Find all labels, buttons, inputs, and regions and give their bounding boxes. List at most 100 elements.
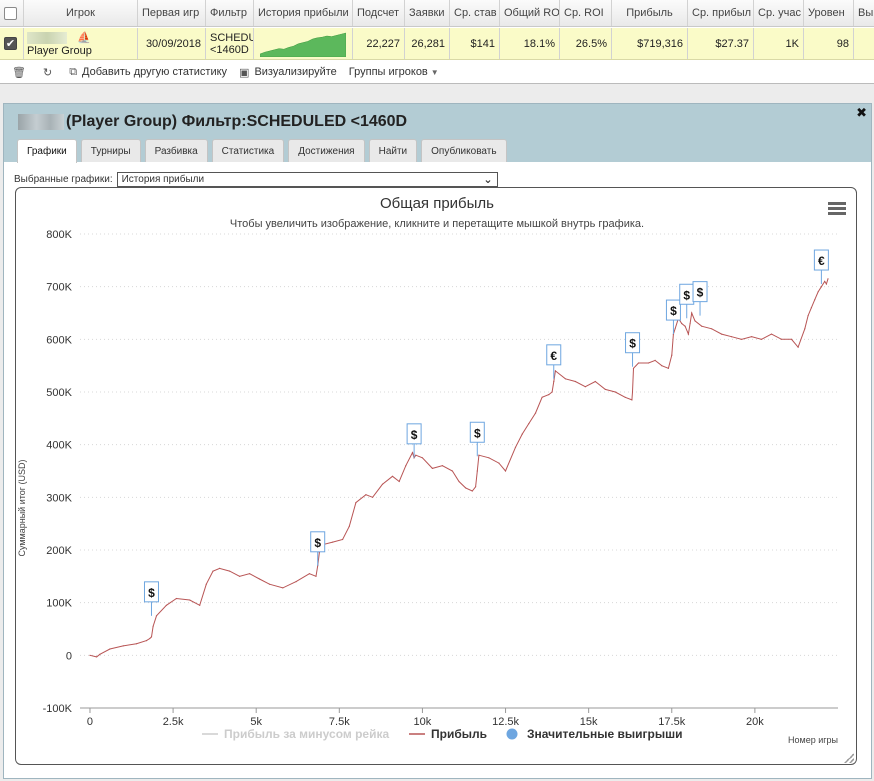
chart-selector[interactable]: История прибыли ⌄ [116, 172, 498, 187]
player-name[interactable]: Player Group [27, 45, 92, 57]
col-header-avg-field[interactable]: Ср. учас [754, 0, 804, 26]
y-tick-label: 600K [46, 334, 72, 346]
profit-point [694, 320, 696, 322]
profit-point [504, 470, 507, 472]
profit-point [631, 391, 634, 393]
chart-big-wins: $ $ $ $ € $ $ $ $ € [143, 249, 829, 616]
big-win-flag[interactable]: $ [692, 281, 708, 316]
profit-point [475, 486, 477, 488]
player-groups-dropdown[interactable]: Группы игроков ▼ [349, 66, 439, 78]
profit-point [411, 452, 414, 454]
chevron-down-icon: ▼ [430, 67, 439, 77]
profit-sparkline [260, 32, 346, 57]
row-select-cell[interactable]: ✔ [0, 28, 24, 59]
profit-point [405, 465, 407, 467]
col-header-total-roi[interactable]: Общий RO [500, 0, 560, 26]
refresh-button[interactable]: ↻ [43, 66, 57, 79]
big-win-flag[interactable]: $ [406, 423, 422, 458]
filter-line-1: SCHEDU [210, 31, 254, 44]
profit-point [332, 541, 334, 543]
visualize-button[interactable]: ▣ Визуализируйте [239, 66, 337, 79]
col-header-profit-history[interactable]: История прибыли [254, 0, 353, 26]
col-header-profit[interactable]: Прибыль [612, 0, 688, 26]
profit-point [205, 583, 207, 585]
big-win-flag[interactable]: $ [665, 299, 681, 335]
col-header-avg-stake[interactable]: Ср. став [450, 0, 500, 26]
chart-menu-button[interactable] [828, 202, 846, 215]
tab-statistics[interactable]: Статистика [211, 139, 285, 162]
hamburger-icon [828, 202, 846, 205]
profit-point [488, 457, 490, 459]
select-all-checkbox[interactable] [4, 6, 17, 20]
table-row[interactable]: ✔ ⛵ Player Group 30/09/2018 SCHEDU <1460… [0, 28, 874, 60]
profit-point [145, 640, 148, 642]
filter-line-2: <1460D [210, 43, 249, 56]
tab-tournaments[interactable]: Турниры [80, 139, 141, 162]
y-tick-label: 100K [46, 598, 72, 610]
profit-point [219, 567, 221, 569]
profit-point [514, 446, 517, 448]
profit-sparkline-cell[interactable] [254, 28, 353, 59]
tab-achievements[interactable]: Достижения [288, 139, 365, 162]
col-header-player[interactable]: Игрок [24, 0, 138, 26]
profit-point [790, 338, 793, 340]
profit-point [415, 454, 417, 456]
profit-point [96, 656, 98, 658]
col-header-count[interactable]: Подсчет [353, 0, 405, 26]
chevron-down-icon: ⌄ [483, 174, 493, 186]
profit-cell: $719,316 [612, 28, 688, 59]
x-tick-label: 20k [746, 716, 764, 728]
col-header-level[interactable]: Уровен [804, 0, 854, 26]
col-header-entries[interactable]: Заявки [405, 0, 450, 26]
big-win-flag[interactable]: € [813, 249, 829, 285]
profit-point [674, 328, 676, 330]
big-win-flag[interactable]: $ [143, 581, 159, 616]
legend-item[interactable]: Значительные выигрыши [506, 727, 683, 741]
tab-breakdown[interactable]: Разбивка [144, 139, 208, 162]
profit-point [594, 380, 596, 383]
profit-point [458, 480, 460, 483]
panel-title-text: (Player Group) Фильтр:SCHEDULED <1460D [66, 113, 408, 130]
profit-point [451, 470, 453, 472]
profit-chart-svg[interactable]: 0 2.5k 5k 7.5k 10k 12.5k 15k 17.5k 20k -100K0100… [16, 188, 857, 765]
row-checkbox[interactable]: ✔ [4, 37, 17, 50]
x-tick-label: 0 [87, 716, 93, 728]
player-avatar [27, 31, 67, 44]
profit-point [372, 496, 374, 498]
close-icon[interactable]: ✖ [856, 105, 867, 121]
big-win-flag[interactable]: $ [310, 531, 326, 566]
profit-point [731, 336, 733, 338]
add-stats-button[interactable]: ⧉ Добавить другую статистику [69, 66, 227, 79]
big-win-flag[interactable]: $ [469, 421, 485, 457]
col-header-extra[interactable]: Вы [854, 0, 874, 26]
level-cell: 98 [804, 28, 854, 59]
profit-chart[interactable]: 0 2.5k 5k 7.5k 10k 12.5k 15k 17.5k 20k -100K 0 100… [15, 187, 857, 765]
big-win-flag[interactable]: $ [625, 332, 641, 367]
profit-point [553, 380, 555, 383]
profit-point [476, 470, 478, 472]
col-header-first-game[interactable]: Первая игр [138, 0, 206, 26]
legend-item[interactable]: Прибыль за минусом рейка [202, 727, 389, 741]
col-header-avg-profit[interactable]: Ср. прибыл [688, 0, 754, 26]
resize-handle-icon[interactable] [844, 753, 854, 763]
profit-point [355, 502, 357, 504]
profit-point [135, 643, 138, 645]
tab-charts[interactable]: Графики [17, 139, 77, 163]
delete-button[interactable]: 🗑 [12, 66, 31, 79]
tab-find[interactable]: Найти [368, 139, 418, 162]
profit-point [814, 299, 816, 301]
big-win-symbol: $ [697, 286, 704, 300]
profit-point [268, 583, 271, 585]
col-header-avg-roi[interactable]: Ср. ROI [560, 0, 612, 26]
col-header-filter[interactable]: Фильтр [206, 0, 254, 26]
profit-point [824, 280, 826, 282]
tab-publish[interactable]: Опубликовать [421, 139, 507, 162]
chart-series [89, 278, 829, 658]
avg-roi-cell: 26.5% [560, 28, 612, 59]
profit-point [711, 328, 713, 330]
player-cell[interactable]: ⛵ Player Group [24, 28, 138, 59]
legend-item[interactable]: Прибыль [409, 727, 487, 741]
entries-cell: 26,281 [405, 28, 450, 59]
big-win-symbol: € [818, 254, 825, 268]
select-all-cell[interactable] [0, 0, 24, 26]
